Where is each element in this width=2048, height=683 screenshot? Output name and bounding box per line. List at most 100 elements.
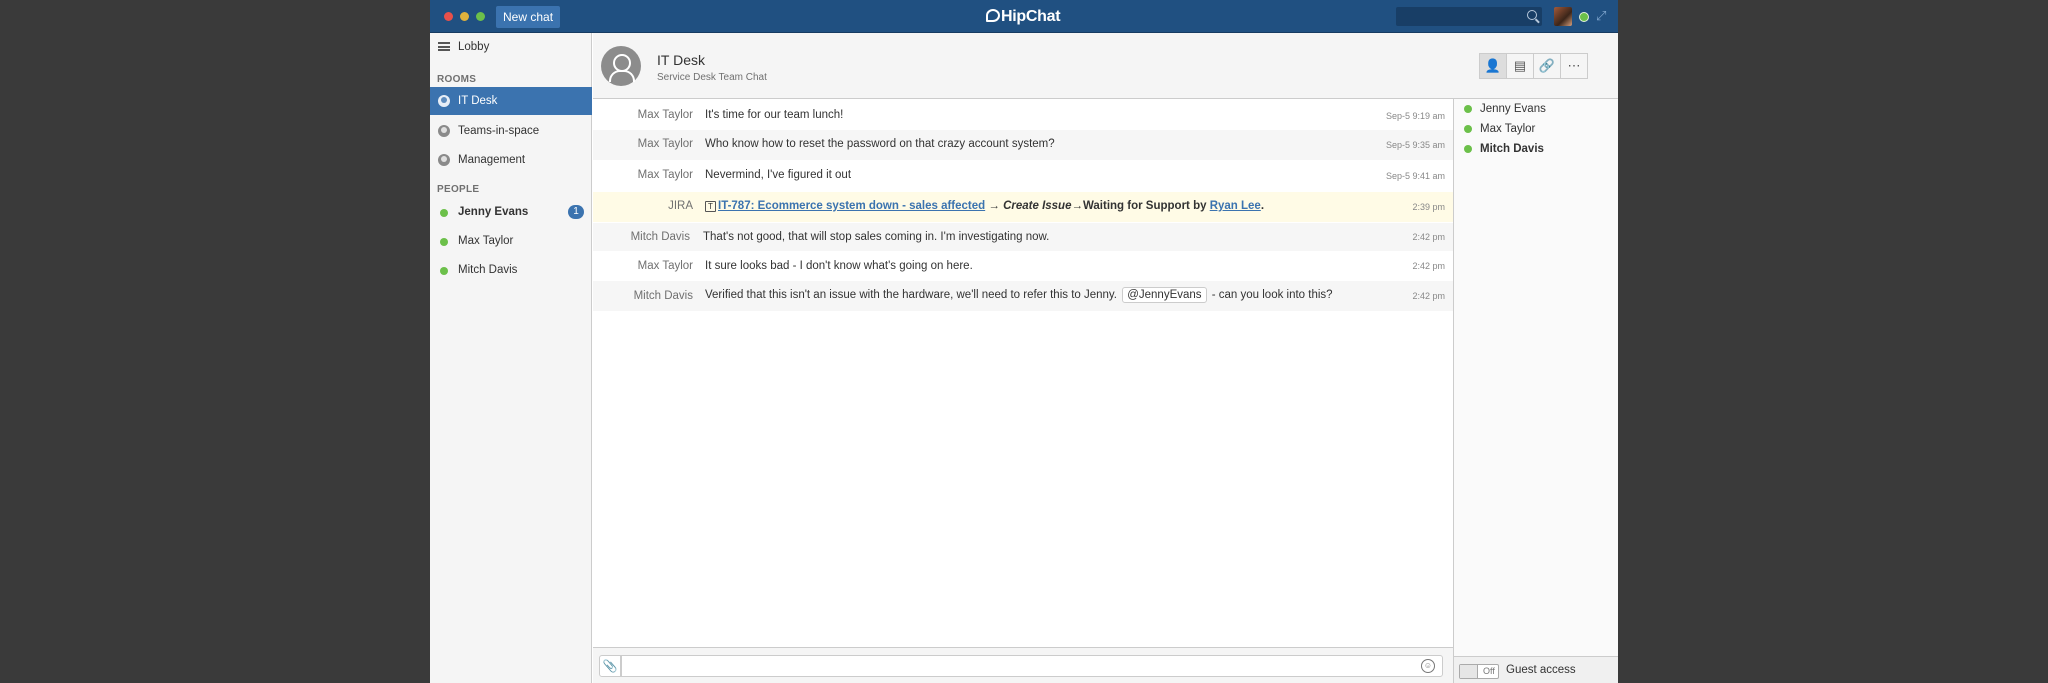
sidebar-item-label: Teams-in-space [458, 125, 540, 137]
online-status-icon [1464, 105, 1472, 113]
roster-member[interactable]: Max Taylor [1454, 119, 1618, 139]
guest-access-label: Guest access [1506, 664, 1576, 676]
guest-access-toggle[interactable]: Off [1459, 664, 1499, 679]
room-title: IT Desk [657, 52, 705, 68]
chat-message: Max Taylor It sure looks bad - I don't k… [593, 252, 1453, 280]
file-icon[interactable]: ▤ [1506, 53, 1534, 79]
message-timestamp: Sep-5 9:35 am [1385, 140, 1445, 150]
message-sender[interactable]: Max Taylor [638, 138, 693, 150]
punctuation: . [1260, 200, 1265, 212]
roster-member[interactable]: Mitch Davis [1454, 139, 1618, 159]
message-timestamp: 2:42 pm [1412, 291, 1445, 301]
chat-bubble-icon [986, 9, 1000, 22]
message-sender[interactable]: Max Taylor [638, 260, 693, 272]
hipchat-window: New chat HipChat ⤢ Lobby ROOMS IT Desk T… [430, 0, 1618, 683]
message-timestamp: Sep-5 9:41 am [1385, 171, 1445, 181]
room-header: IT Desk Service Desk Team Chat 👤 ▤ 🔗 ⋯ [593, 33, 1618, 99]
toggle-knob [1460, 665, 1478, 678]
sidebar-item-management[interactable]: Management [430, 146, 592, 174]
issue-link[interactable]: IT-787: Ecommerce system down - sales af… [718, 200, 985, 212]
assignee-link[interactable]: Ryan Lee [1210, 200, 1261, 212]
presence-status-icon[interactable] [1579, 12, 1589, 22]
chat-message: Max Taylor Nevermind, I've figured it ou… [593, 161, 1453, 191]
zoom-window-button[interactable] [476, 12, 485, 21]
room-topic: Service Desk Team Chat [657, 72, 767, 83]
sidebar-item-it-desk[interactable]: IT Desk [430, 87, 592, 115]
room-icon [438, 125, 450, 137]
rooms-section-header: ROOMS [437, 74, 477, 85]
sidebar-item-max-taylor[interactable]: Max Taylor [430, 227, 592, 255]
emoticon-icon[interactable]: ☺ [1421, 659, 1435, 673]
message-text: T IT-787: Ecommerce system down - sales a… [705, 200, 1264, 212]
close-window-button[interactable] [444, 12, 453, 21]
room-roster: Jenny Evans Max Taylor Mitch Davis Off G… [1453, 99, 1618, 683]
logo-text: HipChat [1001, 8, 1061, 25]
people-section-header: PEOPLE [437, 184, 480, 195]
member-name: Jenny Evans [1480, 103, 1546, 115]
new-chat-button[interactable]: New chat [496, 6, 561, 28]
sidebar-item-teams-in-space[interactable]: Teams-in-space [430, 117, 592, 145]
jira-notification: JIRA T IT-787: Ecommerce system down - sa… [593, 192, 1453, 222]
sidebar-item-jenny-evans[interactable]: Jenny Evans 1 [430, 198, 592, 226]
message-sender[interactable]: Max Taylor [638, 169, 693, 181]
message-timestamp: 2:42 pm [1412, 232, 1445, 242]
message-text: Who know how to reset the password on th… [705, 138, 1055, 150]
member-name: Mitch Davis [1480, 143, 1544, 155]
issue-action: Create Issue [1003, 200, 1072, 212]
attach-file-button[interactable]: 📎 [599, 655, 621, 677]
room-icon [438, 154, 450, 166]
title-bar: New chat HipChat ⤢ [430, 0, 1618, 33]
sidebar-item-mitch-davis[interactable]: Mitch Davis [430, 256, 592, 284]
message-text: That's not good, that will stop sales co… [703, 231, 1050, 243]
mention-chip[interactable]: @JennyEvans [1122, 287, 1207, 303]
message-input[interactable] [621, 655, 1443, 677]
sidebar-item-lobby[interactable]: Lobby [430, 33, 592, 61]
message-text-part: Verified that this isn't an issue with t… [705, 289, 1118, 301]
sidebar-item-label: Jenny Evans [458, 206, 529, 218]
toggle-state: Off [1483, 666, 1495, 676]
expand-icon[interactable]: ⤢ [1596, 9, 1610, 23]
person-icon[interactable]: 👤 [1479, 53, 1507, 79]
chat-message: Mitch Davis Verified that this isn't an … [593, 281, 1453, 311]
arrow-text: → [1071, 200, 1083, 212]
message-sender[interactable]: Max Taylor [638, 109, 693, 121]
message-sender[interactable]: Mitch Davis [634, 290, 693, 302]
chat-message: Max Taylor Who know how to reset the pas… [593, 130, 1453, 160]
message-timestamp: 2:42 pm [1412, 261, 1445, 271]
link-icon[interactable]: 🔗 [1533, 53, 1561, 79]
hipchat-logo: HipChat [986, 8, 1061, 26]
message-text: It sure looks bad - I don't know what's … [705, 260, 973, 272]
menu-icon [438, 42, 450, 51]
online-status-icon [440, 238, 448, 246]
more-icon[interactable]: ⋯ [1560, 53, 1588, 79]
sidebar-item-label: Management [458, 154, 526, 166]
online-status-icon [440, 209, 448, 217]
message-text: Nevermind, I've figured it out [705, 169, 852, 181]
issue-status: Waiting for Support by [1082, 200, 1210, 212]
online-status-icon [440, 267, 448, 275]
search-input[interactable] [1396, 7, 1542, 26]
online-status-icon [1464, 145, 1472, 153]
jira-issue-icon: T [705, 201, 716, 212]
chat-message: Mitch Davis That's not good, that will s… [593, 223, 1453, 251]
user-avatar[interactable] [1554, 7, 1572, 26]
online-status-icon [1464, 125, 1472, 133]
search-icon[interactable] [1527, 10, 1537, 20]
roster-footer: Off Guest access [1454, 656, 1618, 683]
roster-member[interactable]: Jenny Evans [1454, 99, 1618, 119]
message-text: It's time for our team lunch! [705, 109, 844, 121]
sidebar-item-label: Mitch Davis [458, 264, 518, 276]
message-text: Verified that this isn't an issue with t… [705, 287, 1333, 303]
minimize-window-button[interactable] [460, 12, 469, 21]
sidebar-item-label: Max Taylor [458, 235, 514, 247]
sidebar: Lobby ROOMS IT Desk Teams-in-space Manag… [430, 33, 592, 683]
room-header-toolbar: 👤 ▤ 🔗 ⋯ [1479, 53, 1588, 79]
chat-history: Max Taylor It's time for our team lunch!… [593, 99, 1453, 647]
arrow-text: → [985, 200, 1000, 212]
message-sender: JIRA [668, 200, 693, 212]
message-sender[interactable]: Mitch Davis [631, 231, 690, 243]
sidebar-item-label: IT Desk [458, 95, 498, 107]
unread-badge: 1 [568, 205, 584, 219]
room-icon [438, 95, 450, 107]
message-composer: 📎 ☺ [593, 647, 1453, 683]
